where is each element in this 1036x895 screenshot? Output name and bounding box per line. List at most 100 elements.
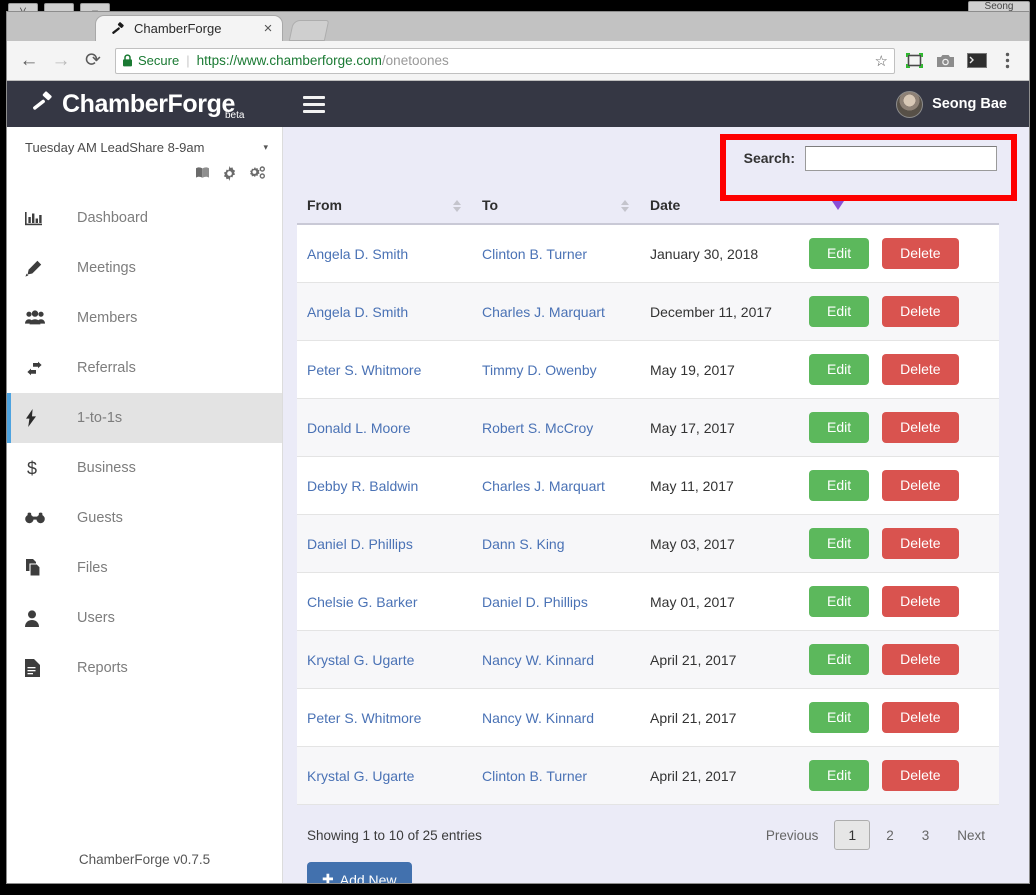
cell-date: May 17, 2017 xyxy=(640,399,799,457)
edit-button[interactable]: Edit xyxy=(809,528,869,559)
terminal-icon[interactable] xyxy=(961,46,992,76)
group-selector[interactable]: Tuesday AM LeadShare 8-9am ▾ xyxy=(7,133,282,161)
avatar xyxy=(896,91,923,118)
brand-badge: beta xyxy=(225,110,244,121)
column-header-to[interactable]: To xyxy=(472,189,640,224)
column-header-from[interactable]: From xyxy=(297,189,472,224)
to-link[interactable]: Dann S. King xyxy=(482,536,565,552)
star-icon[interactable]: ☆ xyxy=(875,52,888,70)
edit-button[interactable]: Edit xyxy=(809,644,869,675)
to-link[interactable]: Nancy W. Kinnard xyxy=(482,710,594,726)
from-link[interactable]: Krystal G. Ugarte xyxy=(307,768,414,784)
menu-kebab-icon[interactable] xyxy=(992,46,1023,76)
edit-button[interactable]: Edit xyxy=(809,412,869,443)
edit-button[interactable]: Edit xyxy=(809,354,869,385)
search-input[interactable] xyxy=(805,146,997,171)
edit-button[interactable]: Edit xyxy=(809,586,869,617)
camera-icon[interactable] xyxy=(930,46,961,76)
from-link[interactable]: Angela D. Smith xyxy=(307,304,408,320)
from-link[interactable]: Daniel D. Phillips xyxy=(307,536,413,552)
cell-actions: Edit Delete xyxy=(799,631,999,689)
document-icon xyxy=(25,659,63,677)
back-icon[interactable]: ← xyxy=(13,46,45,76)
sidebar-item-dashboard[interactable]: Dashboard xyxy=(7,193,282,243)
forward-icon[interactable]: → xyxy=(45,46,77,76)
from-link[interactable]: Debby R. Baldwin xyxy=(307,478,418,494)
data-panel: Search: From xyxy=(297,127,999,883)
delete-button[interactable]: Delete xyxy=(882,586,958,617)
to-link[interactable]: Clinton B. Turner xyxy=(482,246,587,262)
delete-button[interactable]: Delete xyxy=(882,354,958,385)
cell-to: Dann S. King xyxy=(472,515,640,573)
pagination-next[interactable]: Next xyxy=(945,822,997,849)
sliders-icon[interactable] xyxy=(249,166,266,181)
pagination-page-2[interactable]: 2 xyxy=(874,822,906,849)
add-new-button[interactable]: ✚ Add New xyxy=(307,862,412,883)
delete-button[interactable]: Delete xyxy=(882,238,958,269)
sidebar-item-label: Business xyxy=(77,460,136,476)
from-link[interactable]: Donald L. Moore xyxy=(307,420,411,436)
table-row: Angela D. SmithClinton B. TurnerJanuary … xyxy=(297,224,999,283)
new-tab-button[interactable] xyxy=(289,20,329,41)
delete-button[interactable]: Delete xyxy=(882,412,958,443)
to-link[interactable]: Nancy W. Kinnard xyxy=(482,652,594,668)
cell-date: April 21, 2017 xyxy=(640,631,799,689)
delete-button[interactable]: Delete xyxy=(882,470,958,501)
sidebar-item-users[interactable]: Users xyxy=(7,593,282,643)
hamburger-icon[interactable] xyxy=(303,96,325,113)
table-body: Angela D. SmithClinton B. TurnerJanuary … xyxy=(297,224,999,805)
cast-icon[interactable] xyxy=(899,46,930,76)
user-menu[interactable]: Seong Bae xyxy=(896,91,1007,118)
cell-to: Charles J. Marquart xyxy=(472,457,640,515)
brand-logo[interactable]: ChamberForge beta xyxy=(7,81,283,127)
tab-close-icon[interactable]: × xyxy=(260,20,276,37)
sidebar-item-referrals[interactable]: Referrals xyxy=(7,343,282,393)
delete-button[interactable]: Delete xyxy=(882,702,958,733)
cell-from: Krystal G. Ugarte xyxy=(297,747,472,805)
edit-button[interactable]: Edit xyxy=(809,238,869,269)
to-link[interactable]: Charles J. Marquart xyxy=(482,304,605,320)
reload-icon[interactable]: ⟳ xyxy=(77,46,109,76)
from-link[interactable]: Krystal G. Ugarte xyxy=(307,652,414,668)
delete-button[interactable]: Delete xyxy=(882,528,958,559)
to-link[interactable]: Charles J. Marquart xyxy=(482,478,605,494)
edit-button[interactable]: Edit xyxy=(809,702,869,733)
sidebar-item-business[interactable]: $ Business xyxy=(7,443,282,493)
browser-tab[interactable]: ChamberForge × xyxy=(95,15,283,41)
address-bar[interactable]: Secure | https://www.chamberforge.com /o… xyxy=(115,48,895,74)
cell-actions: Edit Delete xyxy=(799,747,999,805)
edit-button[interactable]: Edit xyxy=(809,296,869,327)
edit-button[interactable]: Edit xyxy=(809,760,869,791)
delete-button[interactable]: Delete xyxy=(882,760,958,791)
to-link[interactable]: Daniel D. Phillips xyxy=(482,594,588,610)
cell-from: Angela D. Smith xyxy=(297,283,472,341)
sidebar-item-meetings[interactable]: Meetings xyxy=(7,243,282,293)
to-link[interactable]: Robert S. McCroy xyxy=(482,420,593,436)
edit-button[interactable]: Edit xyxy=(809,470,869,501)
sidebar-item-label: Members xyxy=(77,310,137,326)
cell-from: Peter S. Whitmore xyxy=(297,689,472,747)
column-header-date[interactable]: Date xyxy=(640,189,799,224)
gear-icon[interactable] xyxy=(222,166,237,181)
sidebar-item-1-to-1s[interactable]: 1-to-1s xyxy=(7,393,282,443)
sort-arrows-icon xyxy=(453,200,461,212)
user-name: Seong Bae xyxy=(932,96,1007,112)
from-link[interactable]: Peter S. Whitmore xyxy=(307,362,421,378)
copy-files-icon xyxy=(25,559,63,577)
to-link[interactable]: Clinton B. Turner xyxy=(482,768,587,784)
sidebar-item-members[interactable]: Members xyxy=(7,293,282,343)
delete-button[interactable]: Delete xyxy=(882,644,958,675)
delete-button[interactable]: Delete xyxy=(882,296,958,327)
sidebar-item-files[interactable]: Files xyxy=(7,543,282,593)
search-label: Search: xyxy=(744,150,795,166)
sidebar-item-guests[interactable]: Guests xyxy=(7,493,282,543)
sidebar-item-reports[interactable]: Reports xyxy=(7,643,282,693)
pagination-page-3[interactable]: 3 xyxy=(910,822,942,849)
to-link[interactable]: Timmy D. Owenby xyxy=(482,362,597,378)
pagination-page-1[interactable]: 1 xyxy=(834,820,870,850)
from-link[interactable]: Angela D. Smith xyxy=(307,246,408,262)
from-link[interactable]: Peter S. Whitmore xyxy=(307,710,421,726)
book-icon[interactable] xyxy=(195,166,210,181)
from-link[interactable]: Chelsie G. Barker xyxy=(307,594,417,610)
pagination-previous[interactable]: Previous xyxy=(754,822,831,849)
